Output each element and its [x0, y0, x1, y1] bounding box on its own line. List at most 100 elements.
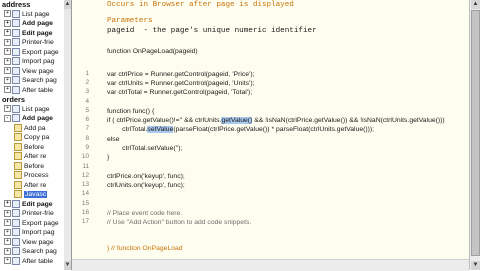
tree-item[interactable]: + Export page	[4, 218, 59, 228]
code-line[interactable]: function OnPageLoad(pageid)	[107, 47, 198, 56]
code-line[interactable]: pageid - the page's unique numeric ident…	[107, 27, 317, 36]
collapse-icon[interactable]: -	[4, 114, 11, 122]
tree-item[interactable]: + Edit page	[4, 28, 53, 38]
expand-icon[interactable]: +	[4, 105, 11, 113]
tree-item[interactable]: Javasc	[14, 190, 48, 199]
tree-item-label: Search pag	[22, 248, 57, 255]
tree-item[interactable]: + Edit page	[4, 199, 53, 209]
selected-text: getValue()	[221, 117, 253, 124]
tree-item[interactable]: + Printer-frie	[4, 209, 54, 218]
expand-icon[interactable]: +	[4, 257, 11, 265]
page-icon	[12, 199, 20, 208]
line-number: 16	[81, 209, 89, 216]
event-icon	[14, 180, 22, 189]
tree-item[interactable]: Process	[14, 171, 49, 180]
code-line[interactable]: // Place event code here.	[107, 209, 182, 218]
expand-icon[interactable]: +	[4, 238, 11, 246]
tree-item-label: Add pa	[24, 124, 46, 132]
project-tree[interactable]: address + List page + Add page + Edit page + Pri…	[0, 0, 65, 270]
line-number: 12	[81, 172, 89, 179]
tree-scrollbar[interactable]: ▲ ▼	[64, 0, 72, 270]
code-line[interactable]: function func() {	[107, 107, 154, 116]
tree-item[interactable]: + Search pag	[4, 247, 57, 256]
tree-item[interactable]: + Printer-frie	[4, 38, 54, 47]
tree-item[interactable]: + Export page	[4, 47, 59, 57]
code-line[interactable]: var ctrlUnits = Runner.getControl(pageid…	[107, 79, 254, 88]
tree-item[interactable]: Add pa	[14, 123, 46, 133]
tree-item-label: Printer-frie	[22, 210, 54, 217]
scroll-down-icon[interactable]: ▼	[64, 261, 71, 270]
page-icon	[12, 228, 20, 237]
expand-icon[interactable]: +	[4, 48, 11, 56]
line-number: 14	[81, 190, 89, 197]
tree-item[interactable]: + Import pag	[4, 57, 55, 66]
expand-icon[interactable]: +	[4, 209, 11, 217]
tree-item[interactable]: + Import pag	[4, 228, 55, 237]
code-line[interactable]: }	[107, 153, 109, 162]
tree-item[interactable]: Copy pa	[14, 133, 49, 142]
scroll-up-icon[interactable]: ▲	[64, 0, 71, 9]
tree-item[interactable]: + Add page	[4, 19, 53, 28]
page-icon	[12, 28, 20, 37]
event-icon	[14, 171, 22, 180]
expand-icon[interactable]: +	[4, 29, 11, 37]
line-number: 10	[81, 153, 89, 160]
tree-item-label: After re	[24, 153, 47, 160]
code-line[interactable]: else	[107, 135, 119, 144]
scroll-thumb[interactable]	[471, 10, 480, 256]
editor-horizontal-scrollbar[interactable]	[72, 259, 469, 271]
tree-table-node[interactable]: orders	[2, 95, 25, 104]
code-line[interactable]: Occurs in Browser after page is displaye…	[107, 1, 294, 10]
tree-item[interactable]: Before	[14, 161, 44, 171]
expand-icon[interactable]: +	[4, 10, 11, 18]
code-line[interactable]: if ( ctrlPrice.getValue()!='' && ctrlUni…	[107, 116, 445, 125]
tree-item[interactable]: + After table	[4, 85, 53, 95]
code-line[interactable]: ctrlUnits.on('keyup', func);	[107, 181, 185, 190]
line-number: 6	[85, 116, 89, 123]
scroll-up-icon[interactable]: ▲	[471, 0, 480, 9]
tree-item[interactable]: + View page	[4, 237, 54, 247]
tree-item[interactable]: - Add page	[4, 114, 53, 123]
tree-item[interactable]: + List page	[4, 9, 50, 19]
tree-item-label: Javasc	[24, 191, 48, 198]
tree-item-label: Import pag	[22, 58, 55, 65]
expand-icon[interactable]: +	[4, 76, 11, 84]
expand-icon[interactable]: +	[4, 200, 11, 208]
tree-item-label: Before	[24, 143, 45, 151]
code-line[interactable]: ctrlTotal.setValue(parseFloat(ctrlPrice.…	[107, 125, 374, 134]
code-line[interactable]: var ctrlTotal = Runner.getControl(pageid…	[107, 88, 252, 97]
code-line[interactable]: ctrlTotal.setValue('');	[107, 144, 182, 153]
tree-item-label: After table	[22, 257, 53, 265]
tree-item[interactable]: After re	[14, 152, 46, 161]
expand-icon[interactable]: +	[4, 38, 11, 46]
tree-item-label: List page	[22, 10, 50, 18]
expand-icon[interactable]: +	[4, 19, 11, 27]
tree-item-label: Edit page	[22, 29, 53, 37]
editor-vertical-scrollbar[interactable]: ▲ ▼	[469, 0, 480, 270]
expand-icon[interactable]: +	[4, 228, 11, 236]
tree-item-label: Printer-frie	[22, 39, 54, 46]
tree-item[interactable]: + View page	[4, 66, 54, 76]
tree-item[interactable]: After re	[14, 180, 46, 190]
tree-item-label: Export page	[22, 219, 59, 227]
page-icon	[12, 9, 20, 18]
tree-table-node[interactable]: address	[2, 0, 30, 9]
code-editor[interactable]: 1 2 3 4 5 6 7 8 9 10 11 12 13 14 15 16 17 Occurs in Brow…	[72, 0, 469, 270]
scroll-down-icon[interactable]: ▼	[471, 261, 480, 270]
tree-item[interactable]: Before	[14, 142, 45, 152]
line-number: 2	[85, 79, 89, 86]
expand-icon[interactable]: +	[4, 57, 11, 65]
tree-item[interactable]: + Search pag	[4, 76, 57, 85]
code-line[interactable]: // Use "Add Action" button to add code s…	[107, 218, 251, 227]
code-line[interactable]: ctrlPrice.on('keyup', func);	[107, 172, 185, 181]
expand-icon[interactable]: +	[4, 67, 11, 75]
expand-icon[interactable]: +	[4, 247, 11, 255]
tree-item[interactable]: + After table	[4, 256, 53, 266]
event-icon	[14, 161, 22, 170]
tree-item[interactable]: + List page	[4, 104, 50, 114]
expand-icon[interactable]: +	[4, 86, 11, 94]
code-line[interactable]: } // function OnPageLoad	[107, 244, 183, 253]
code-line[interactable]: Parameters	[107, 17, 153, 26]
code-line[interactable]: var ctrlPrice = Runner.getControl(pageid…	[107, 70, 254, 79]
expand-icon[interactable]: +	[4, 219, 11, 227]
